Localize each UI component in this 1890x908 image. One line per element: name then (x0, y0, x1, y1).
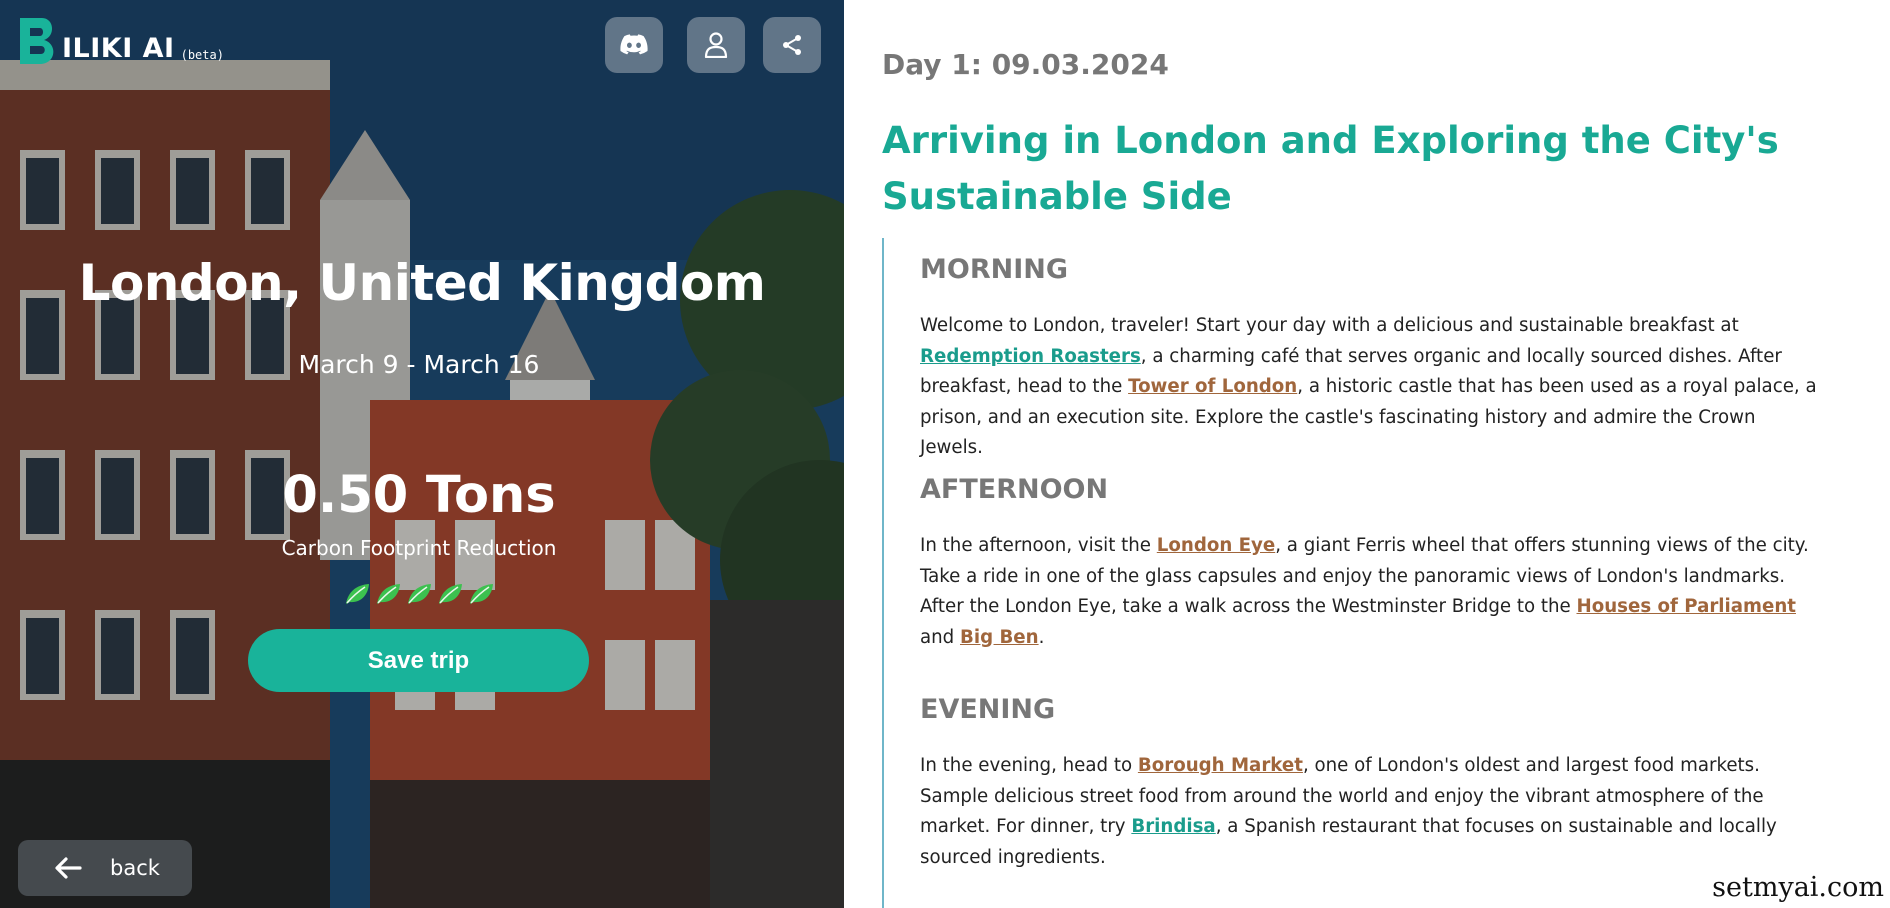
discord-icon (620, 34, 648, 55)
link-london-eye[interactable]: London Eye (1157, 535, 1275, 556)
leaf-icon (376, 584, 400, 604)
link-houses-of-parliament[interactable]: Houses of Parliament (1577, 596, 1796, 617)
afternoon-section: AFTERNOON In the afternoon, visit the Lo… (920, 474, 1820, 653)
discord-button[interactable] (605, 17, 663, 73)
leaf-icon (407, 584, 431, 604)
logo-text: ILIKI AI (62, 33, 175, 64)
leaf-icon (438, 584, 462, 604)
link-redemption-roasters[interactable]: Redemption Roasters (920, 346, 1141, 367)
beta-label: (beta) (180, 48, 224, 62)
evening-text: In the evening, head to Borough Market, … (920, 751, 1820, 873)
leaf-icon (345, 584, 369, 604)
text-span: and (920, 626, 960, 648)
itinerary-panel: Day 1: 09.03.2024 Arriving in London and… (844, 0, 1890, 908)
text-span: In the evening, head to (920, 755, 1138, 776)
text-span: Welcome to London, traveler! Start your … (920, 315, 1739, 336)
day-title: Arriving in London and Exploring the Cit… (882, 119, 1779, 218)
text-span: . (1038, 626, 1045, 648)
arrow-left-icon (55, 857, 82, 879)
back-button[interactable]: back (18, 840, 192, 896)
back-label: back (110, 856, 160, 880)
morning-heading: MORNING (920, 254, 1069, 285)
text-span: In the afternoon, visit the (920, 535, 1157, 556)
link-brindisa[interactable]: Brindisa (1131, 816, 1215, 837)
afternoon-text: In the afternoon, visit the London Eye, … (920, 531, 1820, 653)
share-icon (783, 35, 801, 55)
profile-button[interactable] (687, 17, 745, 73)
link-tower-of-london[interactable]: Tower of London (1128, 376, 1297, 397)
trip-dates: March 9 - March 16 (298, 350, 540, 379)
carbon-reduction-label: Carbon Footprint Reduction (281, 536, 557, 560)
hero-panel: ILIKI AI (beta) London, United Kingdom M… (0, 0, 844, 908)
link-borough-market[interactable]: Borough Market (1138, 755, 1303, 776)
watermark: setmyai.com (1706, 872, 1890, 903)
user-icon (704, 32, 728, 58)
link-big-ben[interactable]: Big Ben (960, 627, 1039, 648)
day-label: Day 1: 09.03.2024 (882, 48, 1169, 81)
carbon-reduction-value: 0.50 Tons (282, 466, 556, 525)
evening-heading: EVENING (920, 694, 1056, 725)
share-button[interactable] (763, 17, 821, 73)
destination-title: London, United Kingdom (78, 254, 766, 312)
leaf-icon (469, 584, 493, 604)
timeline-line (882, 238, 884, 908)
morning-section: MORNING Welcome to London, traveler! Sta… (920, 254, 1820, 464)
eco-rating (0, 582, 838, 606)
hero-dark-overlay (0, 0, 844, 908)
app-logo[interactable]: ILIKI AI (beta) (16, 16, 224, 66)
logo-b-icon (20, 18, 54, 64)
evening-section: EVENING In the evening, head to Borough … (920, 694, 1820, 873)
afternoon-heading: AFTERNOON (920, 474, 1109, 505)
save-trip-button[interactable]: Save trip (248, 629, 589, 692)
morning-text: Welcome to London, traveler! Start your … (920, 311, 1820, 464)
